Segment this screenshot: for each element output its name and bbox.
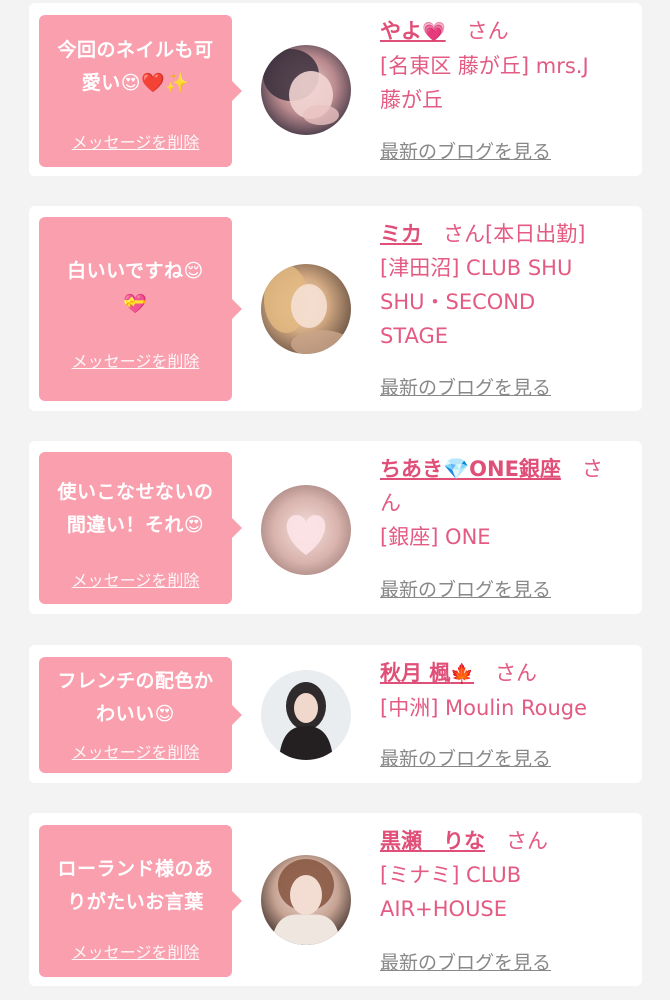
message-text: 使いこなせないの 間違い！それ😍	[47, 476, 224, 542]
name-suffix: さん	[466, 19, 509, 43]
avatar[interactable]	[261, 670, 351, 760]
name-line: 秋月 楓🍁 さん	[380, 656, 630, 691]
name-line: ミカ さん[本日出勤]	[380, 217, 630, 251]
message-line: 使いこなせないの	[57, 481, 214, 503]
cast-name-link[interactable]: ちあき💎ONE銀座	[380, 457, 561, 481]
avatar-photo	[261, 485, 351, 575]
name-suffix-continued: ん	[380, 491, 401, 515]
avatar-photo	[261, 45, 351, 135]
avatar[interactable]	[261, 45, 351, 135]
message-text: 白いいですね😌 💝	[47, 255, 224, 321]
latest-blog-link[interactable]: 最新のブログを見る	[380, 373, 551, 400]
name-suffix: さん	[506, 829, 548, 853]
latest-blog-link[interactable]: 最新のブログを見る	[380, 744, 551, 771]
message-line: 💝	[123, 293, 148, 315]
shop-line: [名東区 藤が丘] mrs.J	[380, 54, 589, 78]
message-card: フレンチの配色か わいい😍 メッセージを削除 秋月 楓🍁 さん [中洲] Mou…	[29, 645, 642, 783]
latest-blog-link[interactable]: 最新のブログを見る	[380, 575, 551, 602]
name-line: ちあき💎ONE銀座 さ	[380, 452, 630, 486]
message-text: フレンチの配色か わいい😍	[47, 665, 224, 731]
message-line: 今回のネイルも可	[57, 39, 214, 61]
message-line: 白いいですね😌	[67, 260, 204, 282]
shop-line: [銀座] ONE	[380, 525, 491, 549]
profile-info: やよ💗 さん [名東区 藤が丘] mrs.J 藤が丘 最新のブログを見る	[380, 14, 630, 163]
shop-line: SHU・SECOND	[380, 290, 536, 314]
latest-blog-link[interactable]: 最新のブログを見る	[380, 137, 551, 164]
message-card: 使いこなせないの 間違い！それ😍 メッセージを削除 ちあき💎ONE銀座 さ ん …	[29, 441, 642, 614]
name-suffix: さ	[581, 457, 603, 481]
delete-message-link[interactable]: メッセージを削除	[39, 348, 232, 372]
name-line: やよ💗 さん	[380, 14, 630, 49]
message-text: 今回のネイルも可 愛い😍❤️✨	[47, 34, 224, 100]
message-card: ローランド様のあ りがたいお言葉 メッセージを削除 黒瀬 りな さん [ミナミ]…	[29, 813, 642, 986]
delete-message-link[interactable]: メッセージを削除	[39, 567, 232, 591]
avatar-photo	[261, 855, 351, 945]
message-feed: 今回のネイルも可 愛い😍❤️✨ メッセージを削除 やよ💗 さん [名東区 藤が丘…	[0, 0, 670, 1000]
shop-line: [中洲] Moulin Rouge	[380, 696, 588, 720]
cast-name-link[interactable]: ミカ	[380, 222, 422, 246]
cast-name-link[interactable]: やよ💗	[380, 19, 446, 43]
profile-info: 黒瀬 りな さん [ミナミ] CLUB AIR+HOUSE 最新のブログを見る	[380, 824, 630, 974]
shop-line: STAGE	[380, 324, 449, 348]
delete-message-link[interactable]: メッセージを削除	[39, 129, 232, 153]
avatar[interactable]	[261, 264, 351, 354]
profile-info: ミカ さん[本日出勤] [津田沼] CLUB SHU SHU・SECOND ST…	[380, 217, 630, 399]
latest-blog-link[interactable]: 最新のブログを見る	[380, 948, 551, 975]
message-bubble: ローランド様のあ りがたいお言葉 メッセージを削除	[39, 825, 242, 977]
message-line: フレンチの配色か	[57, 670, 214, 692]
profile-info: 秋月 楓🍁 さん [中洲] Moulin Rouge 最新のブログを見る	[380, 656, 630, 770]
message-line: わいい😍	[96, 703, 175, 725]
avatar[interactable]	[261, 485, 351, 575]
cast-name[interactable]: やよ	[380, 19, 422, 43]
message-line: りがたいお言葉	[67, 891, 204, 913]
message-card: 今回のネイルも可 愛い😍❤️✨ メッセージを削除 やよ💗 さん [名東区 藤が丘…	[29, 3, 642, 176]
message-line: ローランド様のあ	[57, 858, 214, 880]
heart-emoji-icon: 💗	[422, 21, 446, 43]
name-suffix: さん	[494, 661, 537, 685]
message-bubble: 今回のネイルも可 愛い😍❤️✨ メッセージを削除	[39, 15, 242, 167]
name-line: 黒瀬 りな さん	[380, 824, 630, 858]
cast-name-link[interactable]: 秋月 楓🍁	[380, 661, 474, 685]
message-bubble: 使いこなせないの 間違い！それ😍 メッセージを削除	[39, 452, 242, 604]
avatar[interactable]	[261, 855, 351, 945]
message-text: ローランド様のあ りがたいお言葉	[47, 853, 224, 919]
shop-line: 藤が丘	[380, 88, 443, 112]
shop-line: [ミナミ] CLUB	[380, 863, 522, 887]
message-line: 間違い！それ😍	[66, 514, 205, 536]
shop-line: AIR+HOUSE	[380, 897, 508, 921]
message-bubble: 白いいですね😌 💝 メッセージを削除	[39, 217, 242, 401]
cast-name-link[interactable]: 黒瀬 りな	[380, 829, 485, 853]
delete-message-link[interactable]: メッセージを削除	[39, 739, 232, 763]
maple-leaf-emoji-icon: 🍁	[450, 663, 474, 685]
delete-message-link[interactable]: メッセージを削除	[39, 939, 232, 963]
shop-line: [津田沼] CLUB SHU	[380, 256, 573, 280]
profile-info: ちあき💎ONE銀座 さ ん [銀座] ONE 最新のブログを見る	[380, 452, 630, 601]
avatar-photo	[261, 670, 351, 760]
message-card: 白いいですね😌 💝 メッセージを削除 ミカ さん[本日出勤] [津田沼] CLU…	[29, 206, 642, 411]
message-bubble: フレンチの配色か わいい😍 メッセージを削除	[39, 657, 242, 773]
avatar-photo	[261, 264, 351, 354]
cast-name[interactable]: 秋月 楓	[380, 661, 450, 685]
name-suffix: さん[本日出勤]	[443, 222, 586, 246]
message-line: 愛い😍❤️✨	[81, 72, 190, 94]
